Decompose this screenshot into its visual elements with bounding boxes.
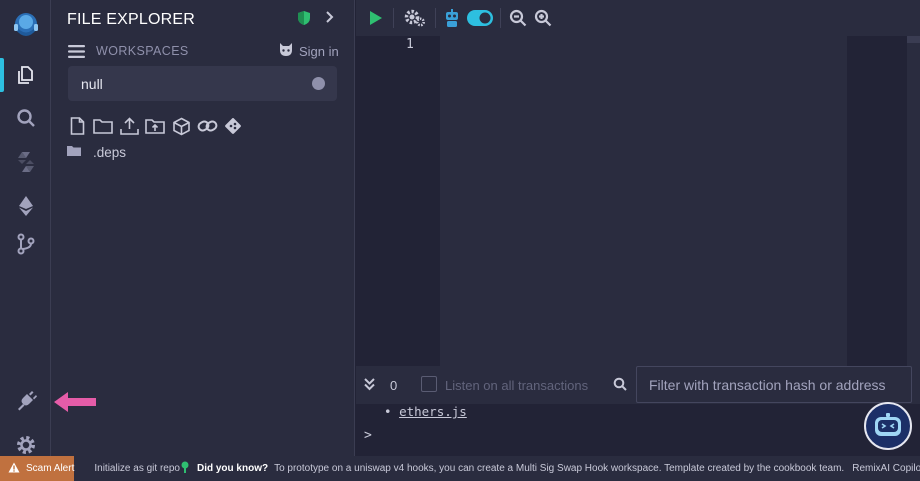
active-line xyxy=(440,36,847,51)
new-folder-icon[interactable] xyxy=(92,115,114,137)
file-explorer-icon[interactable] xyxy=(0,58,51,92)
tip-text: To prototype on a uniswap v4 hooks, you … xyxy=(274,463,845,474)
git-init-link[interactable]: Initialize as git repo xyxy=(94,463,180,474)
zoom-in-icon[interactable] xyxy=(534,7,552,29)
workspaces-label: WORKSPACES xyxy=(96,44,189,58)
pending-tx-count: 0 xyxy=(390,378,398,393)
search-icon xyxy=(613,377,627,396)
arrow-left-icon xyxy=(52,390,98,419)
ethers-link[interactable]: ethers.js xyxy=(399,404,467,419)
editor-toolbar xyxy=(356,0,920,36)
remixai-copilot-label[interactable]: RemixAI Copilot xyxy=(852,463,920,474)
scam-alert-button[interactable]: Scam Alert xyxy=(0,456,75,481)
tree-item-label: .deps xyxy=(93,145,127,160)
remix-logo-icon[interactable] xyxy=(0,6,51,46)
git-branch-icon[interactable] xyxy=(222,115,244,137)
sign-in-button[interactable]: Sign in xyxy=(277,42,339,61)
did-you-know-label: Did you know? xyxy=(196,463,269,474)
icon-panel xyxy=(0,0,51,456)
warning-icon xyxy=(8,462,20,476)
toolbar-separator xyxy=(393,8,394,28)
play-icon[interactable] xyxy=(369,7,383,29)
remixai-assistant-button[interactable] xyxy=(864,402,912,450)
code-editor[interactable]: 1 xyxy=(356,36,920,366)
folder-icon xyxy=(67,145,81,160)
git-icon[interactable] xyxy=(0,227,51,261)
sign-in-label: Sign in xyxy=(299,44,339,59)
editor-content[interactable] xyxy=(440,51,847,366)
tree-item-folder[interactable]: .deps xyxy=(67,145,126,160)
upload-folder-icon[interactable] xyxy=(144,115,166,137)
editor-scrollbar[interactable] xyxy=(907,36,920,366)
gear-icon[interactable] xyxy=(404,7,426,29)
double-chevron-down-icon[interactable] xyxy=(363,377,376,396)
terminal-toolbar: 0 Listen on all transactions Filter with… xyxy=(356,366,920,404)
line-number: 1 xyxy=(406,37,414,52)
listen-label: Listen on all transactions xyxy=(445,378,589,393)
workspace-selected-value: null xyxy=(81,75,103,92)
listen-checkbox[interactable] xyxy=(421,376,437,392)
side-panel: FILE EXPLORER WORKSPACES Sign in null .d… xyxy=(51,0,355,456)
github-icon xyxy=(277,42,295,61)
workspace-box-icon[interactable] xyxy=(170,115,192,137)
solidity-compiler-icon[interactable] xyxy=(0,145,51,179)
remix-ide: FILE EXPLORER WORKSPACES Sign in null .d… xyxy=(0,0,920,481)
line-gutter: 1 xyxy=(356,36,440,366)
chevron-right-icon[interactable] xyxy=(325,10,335,28)
workspace-select[interactable]: null xyxy=(68,66,337,101)
toolbar-separator xyxy=(435,8,436,28)
shield-icon[interactable] xyxy=(297,10,311,31)
terminal-output[interactable]: • ethers.js > xyxy=(356,402,920,456)
terminal-list-item: • ethers.js xyxy=(384,404,467,419)
new-file-icon[interactable] xyxy=(66,115,88,137)
robot-icon[interactable] xyxy=(444,7,460,29)
file-toolbar xyxy=(66,115,244,137)
terminal-prompt[interactable]: > xyxy=(364,428,372,443)
deploy-icon[interactable] xyxy=(0,189,51,223)
search-icon[interactable] xyxy=(0,101,51,135)
tx-filter-input[interactable]: Filter with transaction hash or address xyxy=(636,366,912,403)
upload-file-icon[interactable] xyxy=(118,115,140,137)
status-bar: Scam Alert Initialize as git repo Did yo… xyxy=(0,456,920,481)
zoom-out-icon[interactable] xyxy=(509,7,527,29)
toolbar-separator xyxy=(500,8,501,28)
link-icon[interactable] xyxy=(196,115,218,137)
git-status-icon xyxy=(181,461,189,476)
hamburger-icon[interactable] xyxy=(68,44,85,64)
toggle-icon[interactable] xyxy=(467,7,493,29)
scam-alert-label: Scam Alert xyxy=(26,463,75,474)
select-caret-icon xyxy=(312,77,325,90)
plugin-manager-icon[interactable] xyxy=(0,384,51,418)
panel-title: FILE EXPLORER xyxy=(67,11,195,28)
